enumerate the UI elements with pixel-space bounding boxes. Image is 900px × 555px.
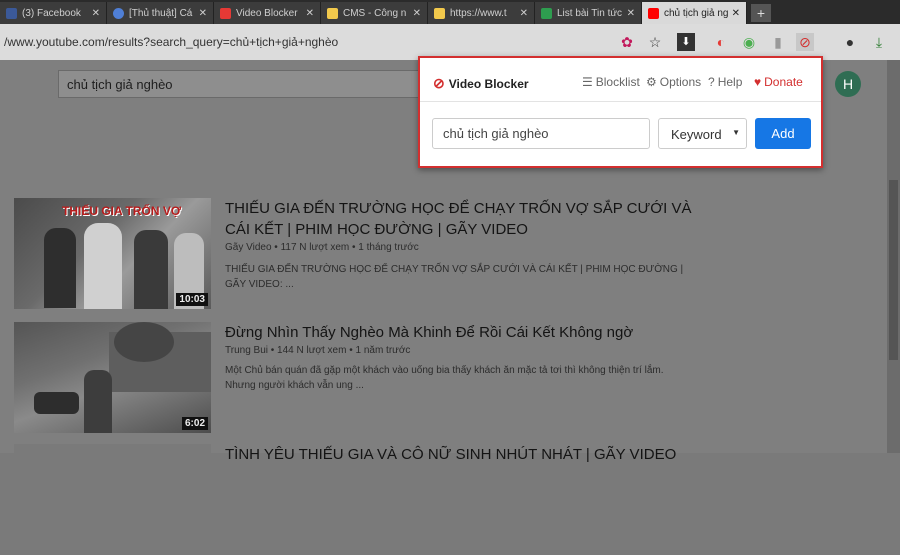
account-icon[interactable]: ●	[841, 33, 859, 51]
tab-title: (3) Facebook	[22, 7, 81, 19]
thumbnail-caption: THIẾU GIA TRỐN VỢ	[62, 204, 182, 218]
avatar[interactable]: H	[835, 71, 861, 97]
add-button[interactable]: Add	[755, 118, 811, 149]
puzzle-icon[interactable]: ▮	[769, 33, 787, 51]
pen-icon	[220, 7, 231, 19]
download-arrow-icon[interactable]: ⤓	[870, 33, 888, 51]
video-result[interactable]: 6:02 Đừng Nhìn Thấy Nghèo Mà Khinh Để Rồ…	[14, 322, 874, 434]
nav-blocklist[interactable]: ☰ Blocklist	[582, 75, 640, 89]
tab-youtube[interactable]: chủ tịch giả ng ✕	[642, 2, 747, 24]
close-icon[interactable]: ✕	[627, 8, 635, 19]
nav-label: Blocklist	[595, 75, 640, 89]
tab-title: List bài Tin tức	[557, 7, 623, 19]
url-field[interactable]: /www.youtube.com/results?search_query=ch…	[4, 35, 338, 49]
nav-label: Help	[717, 75, 743, 89]
person-figure	[44, 228, 76, 308]
block-icon: ⊘	[433, 75, 445, 91]
video-thumbnail[interactable]	[14, 444, 211, 555]
extension-icon[interactable]: ✿	[618, 33, 636, 51]
nav-donate[interactable]: ♥ Donate	[754, 75, 803, 89]
tab-https[interactable]: https://www.t ✕	[428, 2, 535, 24]
tab-list-bai[interactable]: List bài Tin tức ✕	[535, 2, 642, 24]
video-duration: 10:03	[176, 293, 208, 306]
video-result[interactable]: TÌNH YÊU THIẾU GIA VÀ CÔ NỮ SINH NHÚT NH…	[14, 444, 874, 555]
video-meta: Gãy Video • 117 N lượt xem • 1 tháng trư…	[225, 242, 419, 253]
nav-label: Donate	[764, 75, 803, 89]
video-duration: 6:02	[181, 417, 208, 430]
brand-label: Video Blocker	[448, 76, 529, 91]
popup-brand: ⊘ Video Blocker	[433, 75, 529, 92]
video-description: Một Chủ bán quán đã gặp một khách vào uố…	[225, 365, 664, 391]
tab-facebook[interactable]: (3) Facebook ✕	[0, 2, 107, 24]
tab-title: [Thủ thuật] Cá	[129, 7, 193, 19]
tab-bar: (3) Facebook ✕ [Thủ thuật] Cá ✕ Video Bloc…	[0, 0, 900, 24]
video-title[interactable]: TÌNH YÊU THIẾU GIA VÀ CÔ NỮ SINH NHÚT NH…	[225, 444, 695, 465]
heart-icon: ♥	[754, 75, 762, 89]
scrollbar[interactable]	[887, 60, 900, 453]
nav-options[interactable]: ⚙ Options	[646, 75, 701, 89]
opera-icon[interactable]: ◐	[712, 33, 730, 51]
tab-cms[interactable]: CMS - Công n ✕	[321, 2, 428, 24]
video-title[interactable]: THIẾU GIA ĐẾN TRƯỜNG HỌC ĐỂ CHẠY TRỐN VỢ…	[225, 198, 695, 240]
video-meta: Trung Bui • 144 N lượt xem • 1 năm trước	[225, 345, 411, 356]
scrollbar-thumb[interactable]	[889, 180, 898, 360]
close-icon[interactable]: ✕	[92, 8, 100, 19]
tab-title: Video Blocker	[236, 7, 298, 19]
gear-icon: ⚙	[646, 75, 657, 89]
video-result[interactable]: THIẾU GIA TRỐN VỢ 10:03 THIẾU GIA ĐẾN TR…	[14, 198, 874, 318]
video-thumbnail[interactable]: THIẾU GIA TRỐN VỢ 10:03	[14, 198, 211, 309]
tab-title: CMS - Công n	[343, 7, 407, 19]
video-description: THIẾU GIA ĐẾN TRƯỜNG HỌC ĐỂ CHẠY TRỐN VỢ…	[225, 264, 684, 290]
type-select[interactable]: Keyword ▼	[658, 118, 747, 149]
video-blocker-popup: ⊘ Video Blocker ☰ Blocklist ⚙ Options ? Hel…	[418, 56, 823, 168]
runner-icon	[327, 7, 338, 19]
facebook-icon	[6, 7, 17, 19]
address-bar: /www.youtube.com/results?search_query=ch…	[0, 24, 900, 60]
close-icon[interactable]: ✕	[413, 8, 421, 19]
caret-down-icon: ▼	[732, 128, 740, 137]
select-value: Keyword	[671, 127, 722, 142]
site-icon	[113, 7, 124, 19]
tab-thu-thuat[interactable]: [Thủ thuật] Cá ✕	[107, 2, 214, 24]
help-icon: ?	[708, 75, 715, 89]
list-icon: ☰	[582, 75, 593, 89]
chrome-icon[interactable]: ◉	[740, 33, 758, 51]
runner-icon	[434, 7, 445, 19]
tree-shape	[114, 322, 174, 362]
person-figure	[134, 230, 168, 309]
nav-label: Options	[659, 75, 702, 89]
popup-header: ⊘ Video Blocker ☰ Blocklist ⚙ Options ? Hel…	[420, 58, 821, 102]
new-tab-button[interactable]: +	[751, 4, 771, 22]
tab-title: chủ tịch giả ng	[664, 7, 728, 19]
download-icon[interactable]: ⬇	[677, 33, 695, 51]
tab-video-blocker[interactable]: Video Blocker ✕	[214, 2, 321, 24]
video-thumbnail[interactable]: 6:02	[14, 322, 211, 433]
close-icon[interactable]: ✕	[732, 8, 740, 19]
keyword-input[interactable]: chủ tịch giả nghèo	[432, 118, 650, 149]
person-figure	[84, 370, 112, 433]
star-icon[interactable]: ☆	[646, 33, 664, 51]
close-icon[interactable]: ✕	[199, 8, 207, 19]
tab-title: https://www.t	[450, 7, 507, 19]
close-icon[interactable]: ✕	[520, 8, 528, 19]
person-figure	[84, 223, 122, 309]
youtube-icon	[648, 7, 659, 19]
video-title[interactable]: Đừng Nhìn Thấy Nghèo Mà Khinh Để Rồi Cái…	[225, 322, 695, 343]
video-blocker-icon[interactable]: ⊘	[796, 33, 814, 51]
close-icon[interactable]: ✕	[306, 8, 314, 19]
motorbike-shape	[34, 392, 79, 414]
sheets-icon	[541, 7, 552, 19]
nav-help[interactable]: ? Help	[708, 75, 742, 89]
